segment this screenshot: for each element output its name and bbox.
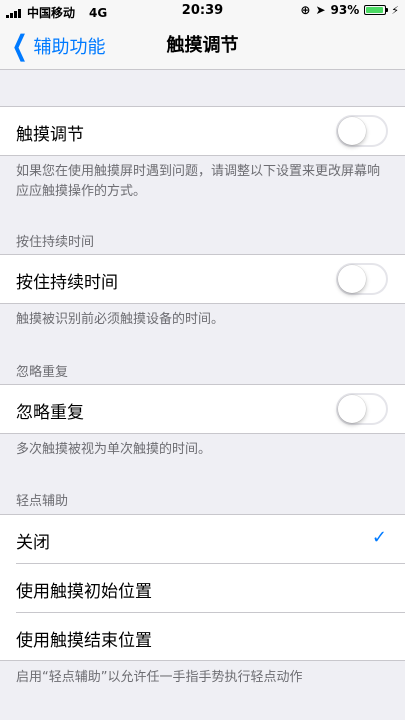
touch-accommodations-label: 触摸调节 (16, 125, 84, 145)
ignore-repeat-header: 忽略重复 (16, 365, 69, 380)
orientation-lock-icon: ⊕ (300, 3, 311, 17)
tap-assistance-option-off[interactable]: 关闭 ✓ (0, 515, 405, 563)
hold-duration-header: 按住持续时间 (16, 235, 95, 250)
touch-accommodations-row[interactable]: 触摸调节 (0, 106, 405, 156)
touch-accommodations-footer: 如果您在使用触摸屏时遇到问题，请调整以下设置来更改屏幕响应应触摸操作的方式。 (16, 164, 381, 199)
toggle-knob (338, 265, 366, 293)
hold-duration-footer: 触摸被识别前必须触摸设备的时间。 (16, 312, 225, 327)
hold-duration-label: 按住持续时间 (16, 273, 118, 293)
status-bar: 中国移动 4G 20:39 ⊕ ➤ 93% ⚡ (0, 0, 405, 22)
ignore-repeat-toggle[interactable] (336, 393, 388, 425)
battery-percent: 93% (330, 3, 360, 17)
tap-assistance-group: 关闭 ✓ 使用触摸初始位置 使用触摸结束位置 (0, 514, 405, 661)
option-label: 使用触摸初始位置 (16, 582, 152, 602)
hold-duration-row[interactable]: 按住持续时间 (0, 254, 405, 304)
checkmark-icon: ✓ (371, 527, 387, 548)
tap-assistance-header: 轻点辅助 (16, 494, 69, 509)
status-right: ⊕ ➤ 93% ⚡ (300, 3, 399, 17)
tap-assistance-option-final[interactable]: 使用触摸结束位置 (0, 613, 405, 661)
battery-icon (364, 5, 389, 15)
ignore-repeat-label: 忽略重复 (16, 403, 84, 423)
option-label: 关闭 (16, 533, 50, 553)
hold-duration-toggle[interactable] (336, 263, 388, 295)
option-label: 使用触摸结束位置 (16, 631, 152, 651)
charging-icon: ⚡ (391, 3, 399, 17)
tap-assistance-footer: 启用“轻点辅助”以允许任一手指手势执行轻点动作 (16, 670, 303, 685)
toggle-knob (338, 395, 366, 423)
touch-accommodations-toggle[interactable] (336, 115, 388, 147)
tap-assistance-option-initial[interactable]: 使用触摸初始位置 (0, 564, 405, 612)
ignore-repeat-row[interactable]: 忽略重复 (0, 384, 405, 434)
ignore-repeat-footer: 多次触摸被视为单次触摸的时间。 (16, 442, 212, 457)
toggle-knob (338, 117, 366, 145)
page-title: 触摸调节 (166, 35, 239, 56)
location-icon: ➤ (315, 3, 326, 17)
navigation-bar: ❮ 辅助功能 触摸调节 (0, 22, 405, 70)
